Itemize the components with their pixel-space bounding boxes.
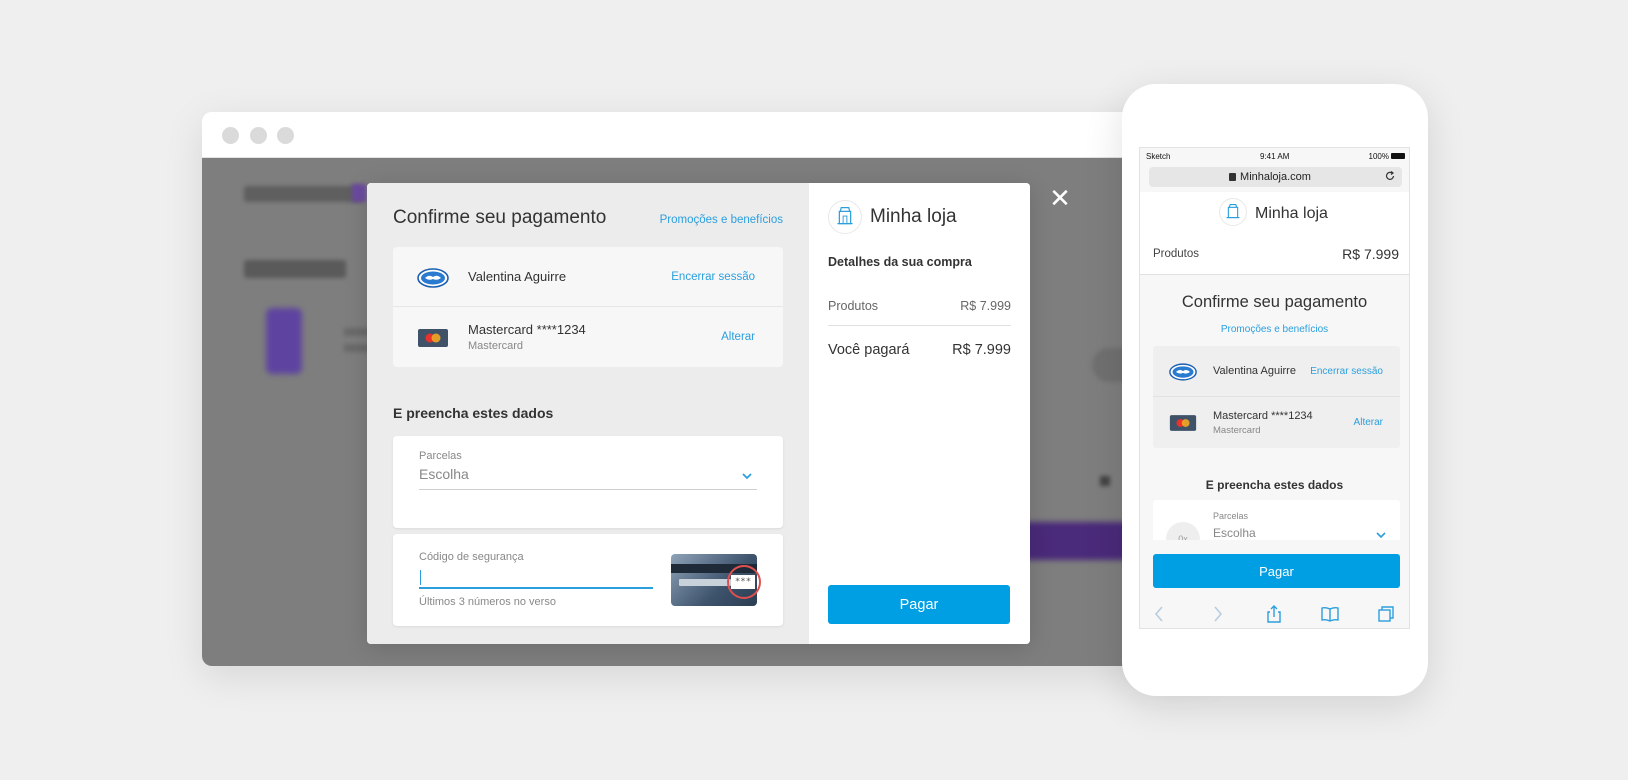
- safari-toolbar: [1140, 598, 1409, 628]
- pay-button[interactable]: Pagar: [828, 585, 1010, 624]
- mobile-installments-value: Escolha: [1213, 526, 1256, 540]
- products-label: Produtos: [828, 299, 879, 313]
- mobile-card-name: Mastercard ****1234: [1213, 410, 1313, 422]
- form-section-title: E preencha estes dados: [393, 405, 554, 421]
- store-building-icon: [828, 200, 862, 234]
- blurred-card-image: [266, 308, 302, 374]
- blurred-logo-accent: [352, 184, 366, 202]
- promotions-link[interactable]: Promoções e benefícios: [660, 214, 783, 226]
- mobile-device: Sketch 9:41 AM 100% Minhaloja.com Minha …: [1122, 84, 1428, 696]
- mobile-user-name: Valentina Aguirre: [1213, 365, 1296, 377]
- battery-percent: 100%: [1368, 152, 1389, 161]
- carrier-label: Sketch: [1146, 152, 1171, 161]
- card-type: Mastercard: [468, 340, 524, 352]
- user-name: Valentina Aguirre: [468, 269, 567, 284]
- mobile-user-row: Valentina Aguirre Encerrar sessão: [1153, 346, 1400, 397]
- forward-icon[interactable]: [1207, 604, 1227, 624]
- mobile-card-row: Mastercard ****1234 Mastercard Alterar: [1153, 397, 1400, 448]
- card-name: Mastercard ****1234: [468, 322, 586, 337]
- mastercard-icon: [418, 329, 448, 347]
- status-bar: Sketch 9:41 AM 100%: [1140, 148, 1409, 164]
- payment-modal: Confirme seu pagamento Promoções e benef…: [367, 183, 1030, 644]
- mobile-installments-label: Parcelas: [1213, 511, 1249, 521]
- account-summary: Valentina Aguirre Encerrar sessão Master…: [393, 247, 783, 367]
- logout-link[interactable]: Encerrar sessão: [671, 271, 755, 283]
- chevron-down-icon: [742, 473, 752, 480]
- url-text: Minhaloja.com: [1240, 171, 1311, 183]
- mobile-sticky-footer: Pagar: [1140, 540, 1409, 628]
- mobile-pay-button[interactable]: Pagar: [1153, 554, 1400, 588]
- browser-title-bar: [202, 112, 1212, 158]
- signature-strip: [679, 579, 731, 586]
- back-icon[interactable]: [1150, 604, 1170, 624]
- mobile-title: Confirme seu pagamento: [1181, 293, 1368, 311]
- mobile-form-title: E preencha estes dados: [1205, 478, 1344, 492]
- bookmarks-icon[interactable]: [1320, 604, 1340, 624]
- cvv-highlight-ring: [727, 565, 761, 599]
- total-label: Você pagará: [828, 342, 910, 358]
- user-row: Valentina Aguirre Encerrar sessão: [393, 247, 783, 307]
- card-row: Mastercard ****1234 Mastercard Alterar: [393, 307, 783, 367]
- mobile-change-card-link[interactable]: Alterar: [1354, 417, 1383, 428]
- purchase-summary-panel: Minha loja Detalhes da sua compra Produt…: [809, 183, 1030, 644]
- total-value: R$ 7.999: [952, 342, 1011, 358]
- card-back-illustration: ***: [671, 554, 761, 606]
- installments-label: Parcelas: [419, 450, 462, 462]
- lock-icon: [1229, 173, 1236, 181]
- mastercard-icon: [1169, 415, 1197, 431]
- mobile-account-summary: Valentina Aguirre Encerrar sessão Master…: [1153, 346, 1400, 448]
- clock-label: 9:41 AM: [1260, 152, 1290, 161]
- mobile-store-header: Minha loja Produtos R$ 7.999: [1140, 192, 1409, 275]
- mobile-products-label: Produtos: [1153, 248, 1200, 260]
- purchase-details-title: Detalhes da sua compra: [828, 255, 972, 269]
- close-modal-icon[interactable]: ✕: [1048, 185, 1072, 211]
- security-code-field-box: Código de segurança Últimos 3 números no…: [393, 534, 783, 626]
- security-code-label: Código de segurança: [419, 551, 524, 563]
- battery-icon: [1391, 153, 1405, 159]
- address-bar[interactable]: Minhaloja.com: [1149, 167, 1402, 187]
- text-caret: [420, 570, 421, 585]
- installments-select[interactable]: Escolha: [419, 466, 757, 490]
- mobile-store-name: Minha loja: [1255, 205, 1328, 222]
- mobile-promotions-link[interactable]: Promoções e benefícios: [1140, 324, 1409, 335]
- mobile-logout-link[interactable]: Encerrar sessão: [1310, 366, 1383, 377]
- store-building-icon: [1219, 198, 1247, 226]
- tabs-icon[interactable]: [1376, 604, 1396, 624]
- installments-field-box: Parcelas Escolha: [393, 436, 783, 528]
- payment-form-panel: Confirme seu pagamento Promoções e benef…: [367, 183, 809, 644]
- summary-divider: [828, 325, 1011, 326]
- mercadopago-handshake-icon: [417, 268, 449, 288]
- window-minimize-dot[interactable]: [250, 127, 267, 144]
- security-code-input[interactable]: [419, 567, 653, 589]
- mobile-products-value: R$ 7.999: [1342, 246, 1399, 262]
- mobile-screen: Sketch 9:41 AM 100% Minhaloja.com Minha …: [1139, 147, 1410, 629]
- change-card-link[interactable]: Alterar: [721, 331, 755, 343]
- window-maximize-dot[interactable]: [277, 127, 294, 144]
- blurred-dot: [1100, 476, 1110, 486]
- blurred-page-heading: [244, 260, 346, 278]
- blurred-site-logo: [244, 186, 362, 202]
- share-icon[interactable]: [1264, 604, 1284, 624]
- mercadopago-handshake-icon: [1169, 363, 1197, 381]
- chevron-down-icon: [1376, 532, 1386, 539]
- window-close-dot[interactable]: [222, 127, 239, 144]
- installments-value: Escolha: [419, 466, 469, 482]
- security-code-help: Últimos 3 números no verso: [419, 596, 556, 608]
- reload-icon[interactable]: [1384, 170, 1396, 182]
- mobile-card-type: Mastercard: [1213, 425, 1261, 436]
- store-name: Minha loja: [870, 206, 957, 227]
- modal-title: Confirme seu pagamento: [393, 207, 607, 228]
- products-value: R$ 7.999: [960, 299, 1011, 313]
